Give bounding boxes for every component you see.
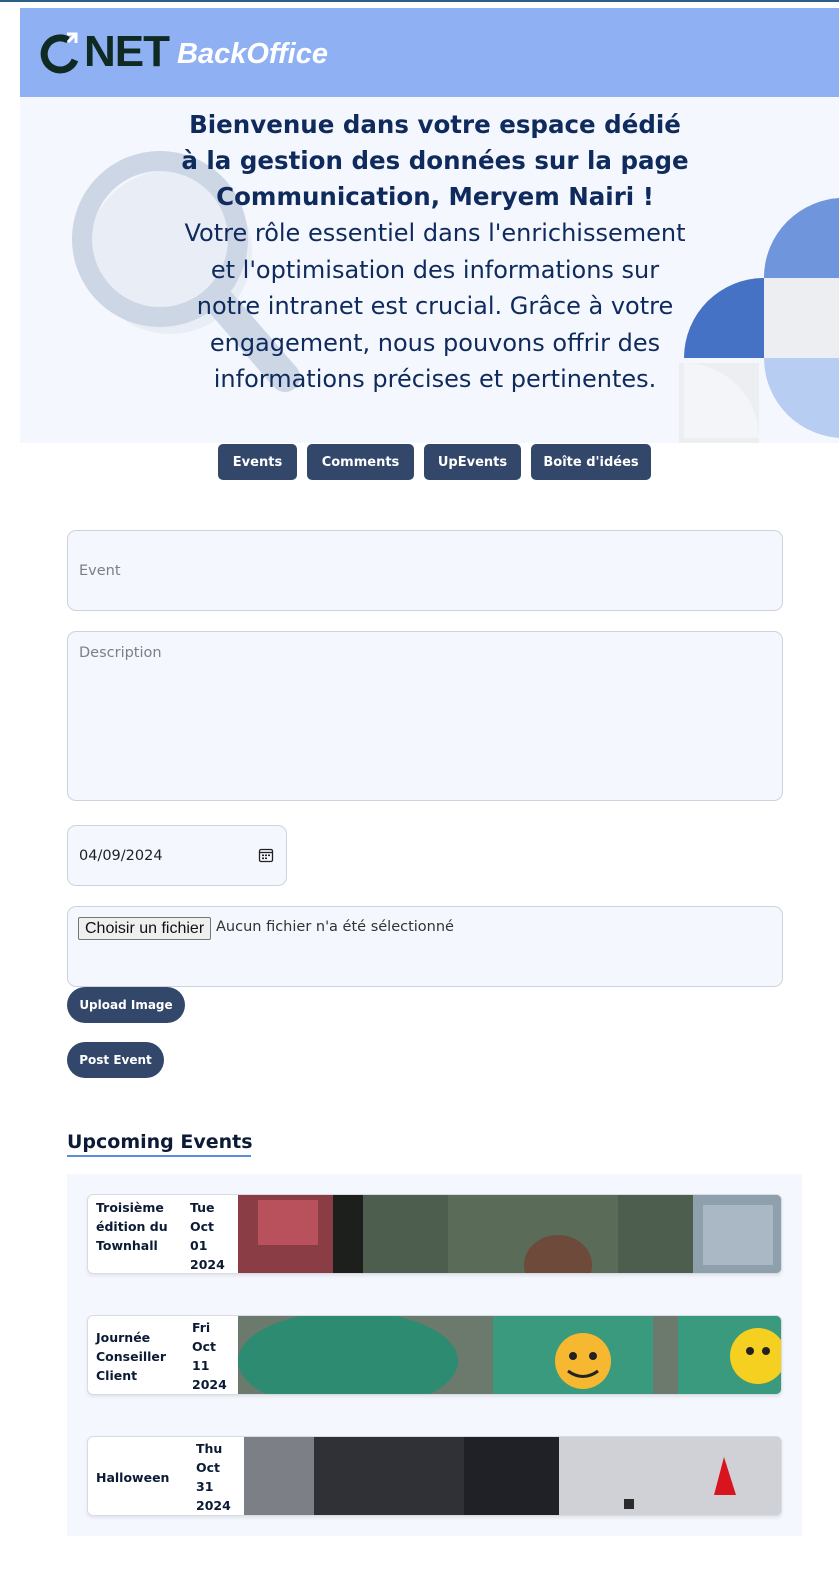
event-date: Tue Oct 01 2024 — [190, 1200, 225, 1272]
brand-logo-icon — [40, 32, 79, 74]
section-tabs: Events Comments UpEvents Boîte d'idées — [0, 444, 839, 480]
event-title-placeholder: Event — [79, 563, 121, 579]
event-description-textarea[interactable]: Description — [67, 631, 783, 801]
tab-upevents[interactable]: UpEvents — [424, 444, 521, 480]
welcome-description: Votre rôle essentiel dans l'enrichisseme… — [184, 219, 686, 393]
event-image — [238, 1316, 781, 1394]
upload-image-button[interactable]: Upload Image — [67, 987, 185, 1023]
event-date: Thu Oct 31 2024 — [196, 1441, 231, 1513]
event-card[interactable]: Halloween Thu Oct 31 2024 — [87, 1436, 782, 1516]
upcoming-events-list: Troisième édition du Townhall Tue Oct 01… — [67, 1174, 802, 1536]
post-event-button[interactable]: Post Event — [67, 1042, 164, 1078]
section-underline — [67, 1155, 251, 1157]
event-date-value: 04/09/2024 — [79, 848, 163, 864]
tab-events[interactable]: Events — [218, 444, 297, 480]
event-card[interactable]: Troisième édition du Townhall Tue Oct 01… — [87, 1194, 782, 1274]
geometric-decoration — [679, 198, 839, 443]
choose-file-button[interactable]: Choisir un fichier — [78, 917, 212, 940]
app-header: NET BackOffice — [20, 8, 839, 97]
brand-logo[interactable]: NET BackOffice — [38, 24, 328, 74]
event-title-input[interactable]: Event — [67, 530, 783, 611]
welcome-hero: Bienvenue dans votre espace dédié à la g… — [20, 97, 839, 443]
event-card[interactable]: Journée Conseiller Client Fri Oct 11 202… — [87, 1315, 782, 1395]
tab-comments[interactable]: Comments — [307, 444, 414, 480]
event-date: Fri Oct 11 2024 — [192, 1320, 227, 1392]
event-file-input: Choisir un fichier Aucun fichier n'a été… — [67, 906, 783, 987]
file-status-text: Aucun fichier n'a été sélectionné — [216, 919, 454, 935]
event-description-placeholder: Description — [79, 645, 162, 661]
brand-name: NET — [84, 27, 170, 76]
calendar-icon[interactable] — [258, 847, 274, 863]
event-name: Journée Conseiller Client — [96, 1330, 167, 1383]
tab-boite-idees[interactable]: Boîte d'idées — [531, 444, 651, 480]
upcoming-events-title: Upcoming Events — [67, 1131, 253, 1153]
event-image — [238, 1195, 781, 1273]
event-name: Troisième édition du Townhall — [96, 1200, 168, 1253]
top-border — [0, 0, 839, 8]
event-date-input[interactable]: 04/09/2024 — [67, 825, 287, 886]
brand-suffix: BackOffice — [177, 38, 328, 70]
event-image — [244, 1437, 781, 1515]
event-name: Halloween — [96, 1470, 170, 1485]
welcome-title: Bienvenue dans votre espace dédié à la g… — [181, 110, 689, 211]
